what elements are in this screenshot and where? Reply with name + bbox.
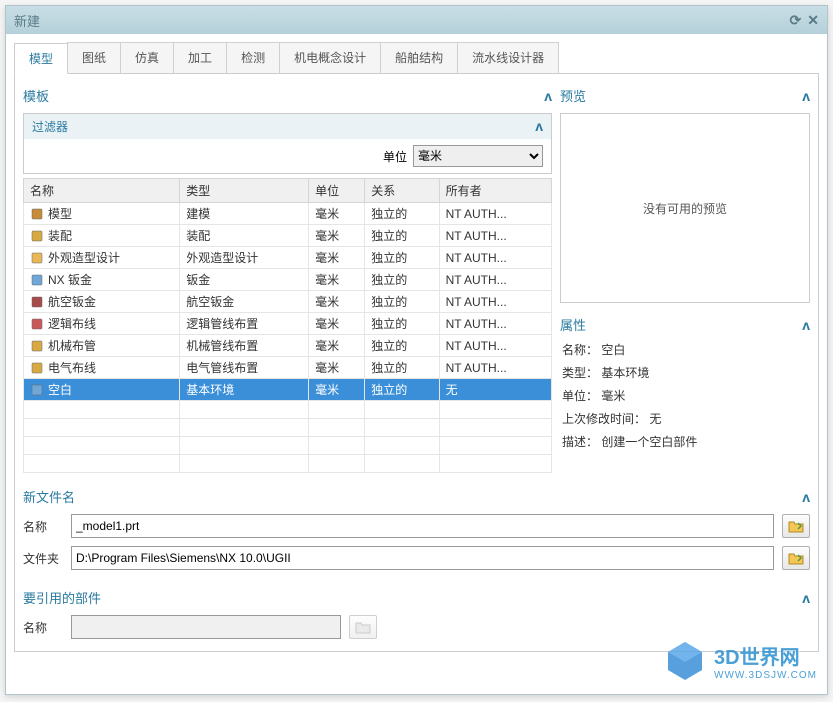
folder-icon (788, 519, 804, 533)
blank-icon (30, 383, 44, 397)
aero-icon (30, 295, 44, 309)
folder-icon (355, 620, 371, 634)
section-preview[interactable]: 预览 ʌ (560, 82, 810, 109)
section-refpart[interactable]: 要引用的部件 ʌ (23, 584, 810, 611)
filter-header[interactable]: 过滤器 ʌ (24, 114, 551, 139)
section-properties[interactable]: 属性 ʌ (560, 311, 810, 338)
shape-icon (30, 251, 44, 265)
chevron-up-icon: ʌ (802, 590, 810, 606)
refpart-name-label: 名称 (23, 619, 63, 636)
table-row-empty (24, 437, 552, 455)
assembly-icon (30, 229, 44, 243)
table-row-empty (24, 419, 552, 437)
mech-icon (30, 339, 44, 353)
table-row-empty (24, 401, 552, 419)
filter-box: 过滤器 ʌ 单位 毫米 (23, 113, 552, 174)
browse-folder-button[interactable] (782, 546, 810, 570)
elec-icon (30, 361, 44, 375)
property-row: 名称： 空白 (560, 338, 810, 361)
tab-5[interactable]: 机电概念设计 (279, 42, 381, 73)
preview-area: 没有可用的预览 (560, 113, 810, 303)
property-row: 单位： 毫米 (560, 384, 810, 407)
chevron-up-icon: ʌ (802, 317, 810, 333)
folder-input[interactable] (71, 546, 774, 570)
nxsheet-icon (30, 273, 44, 287)
column-header[interactable]: 名称 (24, 179, 180, 203)
section-newfile[interactable]: 新文件名 ʌ (23, 483, 810, 510)
section-template[interactable]: 模板 ʌ (23, 82, 552, 109)
table-row[interactable]: 逻辑布线逻辑管线布置毫米独立的NT AUTH... (24, 313, 552, 335)
table-row[interactable]: 航空钣金航空钣金毫米独立的NT AUTH... (24, 291, 552, 313)
unit-label: 单位 (383, 148, 407, 165)
folder-label: 文件夹 (23, 550, 63, 567)
table-row[interactable]: 装配装配毫米独立的NT AUTH... (24, 225, 552, 247)
column-header[interactable]: 单位 (309, 179, 365, 203)
table-row[interactable]: 外观造型设计外观造型设计毫米独立的NT AUTH... (24, 247, 552, 269)
titlebar: 新建 ⟳ ✕ (6, 6, 827, 34)
chevron-up-icon: ʌ (535, 118, 543, 135)
chevron-up-icon: ʌ (802, 88, 810, 104)
table-row[interactable]: NX 钣金钣金毫米独立的NT AUTH... (24, 269, 552, 291)
unit-select[interactable]: 毫米 (413, 145, 543, 167)
browse-refpart-button[interactable] (349, 615, 377, 639)
help-icon[interactable]: ⟳ (790, 12, 802, 29)
model-icon (30, 207, 44, 221)
table-row[interactable]: 空白基本环境毫米独立的无 (24, 379, 552, 401)
tab-2[interactable]: 仿真 (120, 42, 174, 73)
column-header[interactable]: 类型 (180, 179, 309, 203)
name-label: 名称 (23, 518, 63, 535)
close-icon[interactable]: ✕ (807, 12, 819, 29)
table-row[interactable]: 模型建模毫米独立的NT AUTH... (24, 203, 552, 225)
folder-icon (788, 551, 804, 565)
filename-input[interactable] (71, 514, 774, 538)
property-row: 类型： 基本环境 (560, 361, 810, 384)
property-row: 上次修改时间： 无 (560, 407, 810, 430)
window-title: 新建 (14, 11, 790, 30)
table-row[interactable]: 机械布管机械管线布置毫米独立的NT AUTH... (24, 335, 552, 357)
tab-bar: 模型图纸仿真加工检测机电概念设计船舶结构流水线设计器 (14, 42, 819, 74)
table-row-empty (24, 455, 552, 473)
logical-icon (30, 317, 44, 331)
property-row: 描述： 创建一个空白部件 (560, 430, 810, 453)
tab-6[interactable]: 船舶结构 (380, 42, 458, 73)
refpart-input (71, 615, 341, 639)
table-row[interactable]: 电气布线电气管线布置毫米独立的NT AUTH... (24, 357, 552, 379)
tab-1[interactable]: 图纸 (67, 42, 121, 73)
tab-3[interactable]: 加工 (173, 42, 227, 73)
browse-file-button[interactable] (782, 514, 810, 538)
chevron-up-icon: ʌ (544, 88, 552, 104)
column-header[interactable]: 关系 (365, 179, 439, 203)
tab-7[interactable]: 流水线设计器 (457, 42, 559, 73)
template-table: 名称类型单位关系所有者 模型建模毫米独立的NT AUTH...装配装配毫米独立的… (23, 178, 552, 473)
column-header[interactable]: 所有者 (439, 179, 551, 203)
chevron-up-icon: ʌ (802, 489, 810, 505)
tab-4[interactable]: 检测 (226, 42, 280, 73)
tab-0[interactable]: 模型 (14, 43, 68, 74)
